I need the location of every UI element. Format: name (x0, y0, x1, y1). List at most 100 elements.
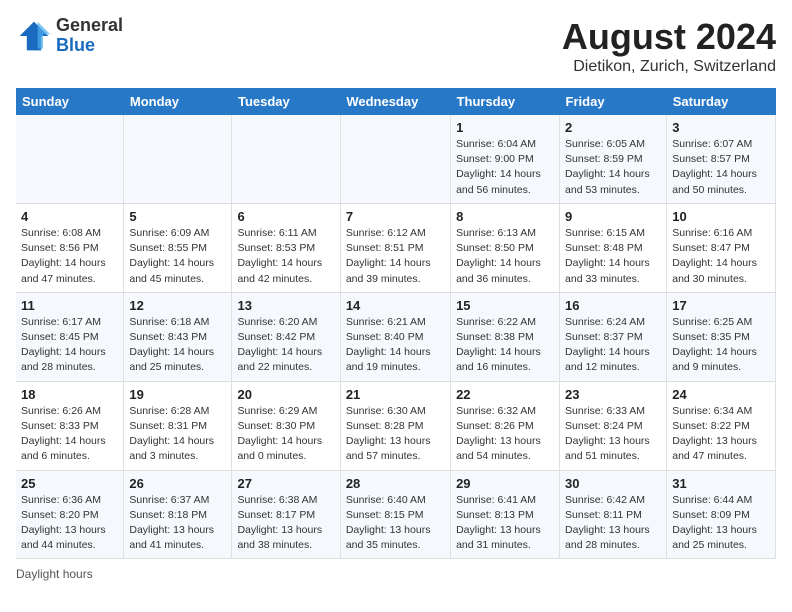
day-number: 21 (346, 387, 445, 402)
calendar-day-cell: 21 Sunrise: 6:30 AM Sunset: 8:28 PM Dayli… (340, 381, 450, 470)
calendar-day-cell: 5 Sunrise: 6:09 AM Sunset: 8:55 PM Daylig… (124, 203, 232, 292)
calendar-day-cell: 22Sunrise: 6:32 AM Sunset: 8:26 PM Dayli… (451, 381, 560, 470)
calendar-header-day: Wednesday (340, 88, 450, 115)
day-info: Sunrise: 6:33 AM Sunset: 8:24 PM Dayligh… (565, 404, 661, 465)
calendar-day-cell (340, 115, 450, 203)
day-number: 14 (346, 298, 445, 313)
calendar-day-cell (16, 115, 124, 203)
day-info: Sunrise: 6:40 AM Sunset: 8:15 PM Dayligh… (346, 493, 445, 554)
calendar-day-cell: 1 Sunrise: 6:04 AM Sunset: 9:00 PM Daylig… (451, 115, 560, 203)
day-info: Sunrise: 6:42 AM Sunset: 8:11 PM Dayligh… (565, 493, 661, 554)
day-number: 1 (456, 120, 554, 135)
calendar-week-row: 4 Sunrise: 6:08 AM Sunset: 8:56 PM Daylig… (16, 203, 776, 292)
day-info: Sunrise: 6:30 AM Sunset: 8:28 PM Dayligh… (346, 404, 445, 465)
calendar-day-cell: 31Sunrise: 6:44 AM Sunset: 8:09 PM Dayli… (667, 470, 776, 559)
day-info: Sunrise: 6:37 AM Sunset: 8:18 PM Dayligh… (129, 493, 226, 554)
calendar-week-row: 25 Sunrise: 6:36 AM Sunset: 8:20 PM Dayli… (16, 470, 776, 559)
logo-icon (16, 18, 52, 54)
calendar-week-row: 11 Sunrise: 6:17 AM Sunset: 8:45 PM Dayli… (16, 292, 776, 381)
day-number: 15 (456, 298, 554, 313)
calendar-header-day: Sunday (16, 88, 124, 115)
calendar-week-row: 1 Sunrise: 6:04 AM Sunset: 9:00 PM Daylig… (16, 115, 776, 203)
day-info: Sunrise: 6:36 AM Sunset: 8:20 PM Dayligh… (21, 493, 118, 554)
calendar-day-cell: 17 Sunrise: 6:25 AM Sunset: 8:35 PM Dayli… (667, 292, 776, 381)
calendar-day-cell: 14 Sunrise: 6:21 AM Sunset: 8:40 PM Dayli… (340, 292, 450, 381)
calendar-day-cell: 11 Sunrise: 6:17 AM Sunset: 8:45 PM Dayli… (16, 292, 124, 381)
calendar-header-day: Friday (560, 88, 667, 115)
calendar-day-cell: 28 Sunrise: 6:40 AM Sunset: 8:15 PM Dayli… (340, 470, 450, 559)
calendar-day-cell: 10Sunrise: 6:16 AM Sunset: 8:47 PM Dayli… (667, 203, 776, 292)
day-number: 23 (565, 387, 661, 402)
calendar-day-cell: 20 Sunrise: 6:29 AM Sunset: 8:30 PM Dayli… (232, 381, 340, 470)
day-number: 7 (346, 209, 445, 224)
calendar-day-cell: 18 Sunrise: 6:26 AM Sunset: 8:33 PM Dayli… (16, 381, 124, 470)
footer-text: Daylight hours (16, 567, 93, 581)
day-info: Sunrise: 6:15 AM Sunset: 8:48 PM Dayligh… (565, 226, 661, 287)
day-number: 18 (21, 387, 118, 402)
day-number: 17 (672, 298, 770, 313)
day-info: Sunrise: 6:21 AM Sunset: 8:40 PM Dayligh… (346, 315, 445, 376)
day-number: 9 (565, 209, 661, 224)
calendar-day-cell: 29 Sunrise: 6:41 AM Sunset: 8:13 PM Dayli… (451, 470, 560, 559)
calendar-day-cell: 23 Sunrise: 6:33 AM Sunset: 8:24 PM Dayli… (560, 381, 667, 470)
day-number: 12 (129, 298, 226, 313)
day-info: Sunrise: 6:41 AM Sunset: 8:13 PM Dayligh… (456, 493, 554, 554)
logo: General Blue (16, 16, 123, 56)
calendar-header-row: SundayMondayTuesdayWednesdayThursdayFrid… (16, 88, 776, 115)
day-info: Sunrise: 6:34 AM Sunset: 8:22 PM Dayligh… (672, 404, 770, 465)
day-number: 24 (672, 387, 770, 402)
calendar-day-cell: 16Sunrise: 6:24 AM Sunset: 8:37 PM Dayli… (560, 292, 667, 381)
day-number: 13 (237, 298, 334, 313)
calendar-day-cell (232, 115, 340, 203)
calendar-day-cell: 9 Sunrise: 6:15 AM Sunset: 8:48 PM Daylig… (560, 203, 667, 292)
day-info: Sunrise: 6:17 AM Sunset: 8:45 PM Dayligh… (21, 315, 118, 376)
day-info: Sunrise: 6:04 AM Sunset: 9:00 PM Dayligh… (456, 137, 554, 198)
day-number: 5 (129, 209, 226, 224)
calendar-table: SundayMondayTuesdayWednesdayThursdayFrid… (16, 88, 776, 559)
page-title: August 2024 (562, 16, 776, 58)
day-number: 28 (346, 476, 445, 491)
day-info: Sunrise: 6:08 AM Sunset: 8:56 PM Dayligh… (21, 226, 118, 287)
day-info: Sunrise: 6:05 AM Sunset: 8:59 PM Dayligh… (565, 137, 661, 198)
title-block: August 2024 Dietikon, Zurich, Switzerlan… (562, 16, 776, 76)
calendar-day-cell: 8Sunrise: 6:13 AM Sunset: 8:50 PM Daylig… (451, 203, 560, 292)
day-number: 11 (21, 298, 118, 313)
calendar-header-day: Thursday (451, 88, 560, 115)
day-number: 26 (129, 476, 226, 491)
calendar-day-cell: 30Sunrise: 6:42 AM Sunset: 8:11 PM Dayli… (560, 470, 667, 559)
day-number: 8 (456, 209, 554, 224)
calendar-day-cell: 13 Sunrise: 6:20 AM Sunset: 8:42 PM Dayli… (232, 292, 340, 381)
day-info: Sunrise: 6:18 AM Sunset: 8:43 PM Dayligh… (129, 315, 226, 376)
page-header: General Blue August 2024 Dietikon, Zuric… (16, 16, 776, 76)
calendar-week-row: 18 Sunrise: 6:26 AM Sunset: 8:33 PM Dayli… (16, 381, 776, 470)
calendar-day-cell: 24 Sunrise: 6:34 AM Sunset: 8:22 PM Dayli… (667, 381, 776, 470)
day-number: 27 (237, 476, 334, 491)
calendar-day-cell: 12 Sunrise: 6:18 AM Sunset: 8:43 PM Dayli… (124, 292, 232, 381)
day-info: Sunrise: 6:22 AM Sunset: 8:38 PM Dayligh… (456, 315, 554, 376)
day-info: Sunrise: 6:25 AM Sunset: 8:35 PM Dayligh… (672, 315, 770, 376)
calendar-day-cell: 15 Sunrise: 6:22 AM Sunset: 8:38 PM Dayli… (451, 292, 560, 381)
calendar-day-cell: 2Sunrise: 6:05 AM Sunset: 8:59 PM Daylig… (560, 115, 667, 203)
day-number: 4 (21, 209, 118, 224)
day-number: 25 (21, 476, 118, 491)
day-info: Sunrise: 6:12 AM Sunset: 8:51 PM Dayligh… (346, 226, 445, 287)
day-number: 20 (237, 387, 334, 402)
day-info: Sunrise: 6:20 AM Sunset: 8:42 PM Dayligh… (237, 315, 334, 376)
day-info: Sunrise: 6:09 AM Sunset: 8:55 PM Dayligh… (129, 226, 226, 287)
day-info: Sunrise: 6:32 AM Sunset: 8:26 PM Dayligh… (456, 404, 554, 465)
calendar-day-cell: 26 Sunrise: 6:37 AM Sunset: 8:18 PM Dayli… (124, 470, 232, 559)
day-info: Sunrise: 6:29 AM Sunset: 8:30 PM Dayligh… (237, 404, 334, 465)
day-info: Sunrise: 6:16 AM Sunset: 8:47 PM Dayligh… (672, 226, 770, 287)
day-number: 6 (237, 209, 334, 224)
day-number: 16 (565, 298, 661, 313)
calendar-day-cell (124, 115, 232, 203)
calendar-header-day: Tuesday (232, 88, 340, 115)
day-info: Sunrise: 6:28 AM Sunset: 8:31 PM Dayligh… (129, 404, 226, 465)
day-number: 29 (456, 476, 554, 491)
day-info: Sunrise: 6:11 AM Sunset: 8:53 PM Dayligh… (237, 226, 334, 287)
calendar-day-cell: 4 Sunrise: 6:08 AM Sunset: 8:56 PM Daylig… (16, 203, 124, 292)
calendar-day-cell: 6 Sunrise: 6:11 AM Sunset: 8:53 PM Daylig… (232, 203, 340, 292)
logo-general-text: General (56, 15, 123, 35)
calendar-day-cell: 3Sunrise: 6:07 AM Sunset: 8:57 PM Daylig… (667, 115, 776, 203)
day-info: Sunrise: 6:26 AM Sunset: 8:33 PM Dayligh… (21, 404, 118, 465)
